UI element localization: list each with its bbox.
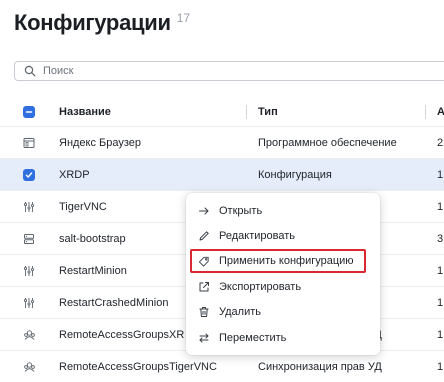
group-access-icon xyxy=(22,328,36,342)
menu-item-apply-configuration[interactable]: Применить конфигурацию xyxy=(190,249,366,273)
column-header-extra[interactable]: А xyxy=(437,106,444,118)
group-access-icon xyxy=(22,360,36,374)
menu-item-open[interactable]: Открыть xyxy=(186,199,380,223)
export-icon xyxy=(198,281,210,293)
script-icon xyxy=(22,296,36,310)
trash-icon xyxy=(198,306,210,318)
row-name: Яндекс Браузер xyxy=(59,136,142,149)
table-row[interactable]: XRDP Конфигурация 1 xyxy=(0,158,444,190)
row-name: salt-bootstrap xyxy=(59,232,126,245)
row-extra: 1 xyxy=(437,264,444,277)
move-icon xyxy=(198,332,210,344)
row-extra: 3 xyxy=(437,232,444,245)
search-box[interactable] xyxy=(14,61,444,81)
table-header: Название Тип А xyxy=(0,98,444,126)
row-extra: 1 xyxy=(437,360,444,373)
script-icon xyxy=(22,264,36,278)
row-checkbox[interactable] xyxy=(22,168,36,182)
row-name: RemoteAccessGroupsTigerVNC xyxy=(59,360,217,373)
select-all-checkbox[interactable] xyxy=(22,105,36,119)
column-divider[interactable] xyxy=(246,105,247,119)
row-name: RestartCrashedMinion xyxy=(59,296,169,309)
row-extra: 1 xyxy=(437,328,444,341)
tag-icon xyxy=(198,255,210,267)
row-extra: 1 xyxy=(437,168,444,181)
page-header: Конфигурации 17 xyxy=(14,8,190,38)
checkbox-checked-icon xyxy=(23,168,35,181)
row-extra: 1 xyxy=(437,200,444,213)
search-input[interactable] xyxy=(43,65,423,77)
column-divider[interactable] xyxy=(425,105,426,119)
row-type: Синхронизация прав УД xyxy=(258,360,382,373)
column-header-type[interactable]: Тип xyxy=(258,106,278,118)
menu-item-label: Удалить xyxy=(219,306,261,318)
context-menu: Открыть Редактировать Применить конфигур… xyxy=(186,193,380,355)
menu-item-export[interactable]: Экспортировать xyxy=(186,275,380,299)
row-type: Конфигурация xyxy=(258,168,332,181)
menu-item-move[interactable]: Переместить xyxy=(186,326,380,350)
row-extra: 2 xyxy=(437,136,444,149)
menu-item-label: Открыть xyxy=(219,205,263,217)
server-icon xyxy=(22,232,36,246)
row-type: Программное обеспечение xyxy=(258,136,397,149)
row-name: TigerVNC xyxy=(59,200,107,213)
pencil-icon xyxy=(198,230,210,242)
item-count: 17 xyxy=(176,11,191,25)
row-extra: 1 xyxy=(437,296,444,309)
menu-item-label: Переместить xyxy=(219,332,287,344)
page-title: Конфигурации xyxy=(14,10,171,35)
column-header-name[interactable]: Название xyxy=(59,106,111,118)
menu-item-label: Редактировать xyxy=(219,230,295,242)
table-row[interactable]: Яндекс Браузер Программное обеспечение 2 xyxy=(0,126,444,158)
menu-item-delete[interactable]: Удалить xyxy=(186,300,380,324)
search-icon xyxy=(24,65,36,77)
menu-item-label: Применить конфигурацию xyxy=(219,255,354,267)
menu-item-label: Экспортировать xyxy=(219,281,302,293)
row-name: XRDP xyxy=(59,168,90,181)
arrow-right-icon xyxy=(198,205,210,217)
browser-icon xyxy=(22,136,36,150)
menu-item-edit[interactable]: Редактировать xyxy=(186,224,380,248)
checkbox-indeterminate-icon xyxy=(23,106,35,118)
script-icon xyxy=(22,200,36,214)
row-name: RemoteAccessGroupsXR xyxy=(59,328,185,341)
row-name: RestartMinion xyxy=(59,264,127,277)
